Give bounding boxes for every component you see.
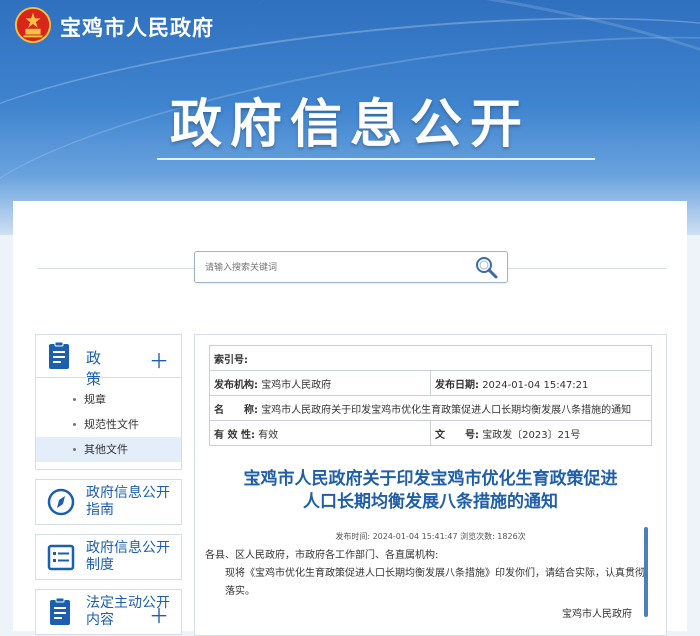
compass-icon: [47, 488, 75, 516]
expand-plus-icon[interactable]: ＋: [149, 345, 169, 374]
search-input[interactable]: [203, 252, 457, 284]
meta-label: 名 称:: [214, 404, 258, 416]
meta-label: 发布日期:: [435, 379, 479, 391]
policy-document-icon: [49, 341, 69, 369]
article-title-line: 宝鸡市人民政府关于印发宝鸡市优化生育政策促进: [243, 469, 618, 489]
meta-value: 宝鸡市人民政府: [261, 379, 332, 391]
meta-label: 文 号:: [435, 429, 479, 441]
publish-info: 发布时间: 2024-01-04 15:41:47 浏览次数: 1826次: [335, 532, 526, 541]
expand-plus-icon[interactable]: ＋: [149, 600, 169, 629]
sidebar-section-policy[interactable]: 政 策 ＋: [35, 334, 182, 388]
nav-card-disclosure-system[interactable]: 政府信息公开制度: [35, 534, 182, 580]
site-name[interactable]: 宝鸡市人民政府: [60, 12, 214, 42]
meta-label: 发布机构:: [214, 379, 258, 391]
title-divider: [157, 158, 595, 160]
sidebar-item-other-documents[interactable]: 其他文件: [36, 437, 181, 462]
meta-label: 索引号:: [214, 354, 248, 366]
search-bar: [194, 251, 508, 284]
article-salutation: 各县、区人民政府，市政府各工作部门、各直属机构:: [205, 550, 439, 561]
document-meta-table: 索引号: 发布机构: 宝鸡市人民政府 发布日期: 2024-01-04 15:4…: [209, 345, 652, 446]
list-icon: [47, 544, 75, 571]
meta-value: 有效: [258, 429, 279, 441]
article-title: 宝鸡市人民政府关于印发宝鸡市优化生育政策促进 人口长期均衡发展八条措施的通知: [209, 468, 652, 514]
meta-value: 宝鸡市人民政府关于印发宝鸡市优化生育政策促进人口长期均衡发展八条措施的通知: [261, 404, 632, 416]
meta-cell-publisher: 发布机构: 宝鸡市人民政府: [209, 370, 431, 396]
sidebar-sublist: 规章 规范性文件 其他文件: [35, 378, 182, 470]
article-title-line: 人口长期均衡发展八条措施的通知: [303, 492, 558, 512]
nav-card-disclosure-guide[interactable]: 政府信息公开指南: [35, 479, 182, 525]
meta-row-name: 名 称: 宝鸡市人民政府关于印发宝鸡市优化生育政策促进人口长期均衡发展八条措施的…: [209, 395, 652, 421]
article-signature: 宝鸡市人民政府: [562, 609, 632, 620]
meta-row-index: 索引号:: [209, 345, 652, 371]
meta-cell-docno: 文 号: 宝政发〔2023〕21号: [430, 420, 652, 446]
article-paragraph: 现将《宝鸡市优化生育政策促进人口长期均衡发展八条措施》印发你们，请结合实际，认真…: [225, 568, 645, 597]
article-body: 各县、区人民政府，市政府各工作部门、各直属机构: 现将《宝鸡市优化生育政策促进人…: [205, 547, 645, 601]
sidebar-item-normative-documents[interactable]: 规范性文件: [36, 412, 181, 437]
sidebar-item-rules[interactable]: 规章: [36, 387, 181, 412]
content-scrollbar[interactable]: [644, 527, 648, 617]
sidebar: 政 策 ＋ 规章 规范性文件 其他文件 政府信息公开指南 政府信息公开制度 法定…: [35, 334, 182, 635]
meta-label: 有 效 性:: [214, 429, 255, 441]
nav-card-label: 政府信息公开指南: [86, 485, 170, 518]
meta-cell-date: 发布日期: 2024-01-04 15:47:21: [430, 370, 652, 396]
meta-value: 宝政发〔2023〕21号: [482, 429, 581, 441]
search-icon[interactable]: [473, 255, 499, 279]
article-content: 索引号: 发布机构: 宝鸡市人民政府 发布日期: 2024-01-04 15:4…: [194, 334, 667, 636]
nav-card-label: 政府信息公开制度: [86, 540, 170, 573]
header-banner: 宝鸡市人民政府 政府信息公开: [0, 0, 700, 235]
nav-card-statutory-content[interactable]: 法定主动公开内容 ＋: [35, 589, 182, 635]
document-icon: [50, 597, 70, 625]
meta-cell-validity: 有 效 性: 有效: [209, 420, 431, 446]
meta-value: 2024-01-04 15:47:21: [482, 379, 589, 391]
page-banner-title: 政府信息公开: [169, 95, 530, 155]
national-emblem-icon: [14, 6, 52, 44]
